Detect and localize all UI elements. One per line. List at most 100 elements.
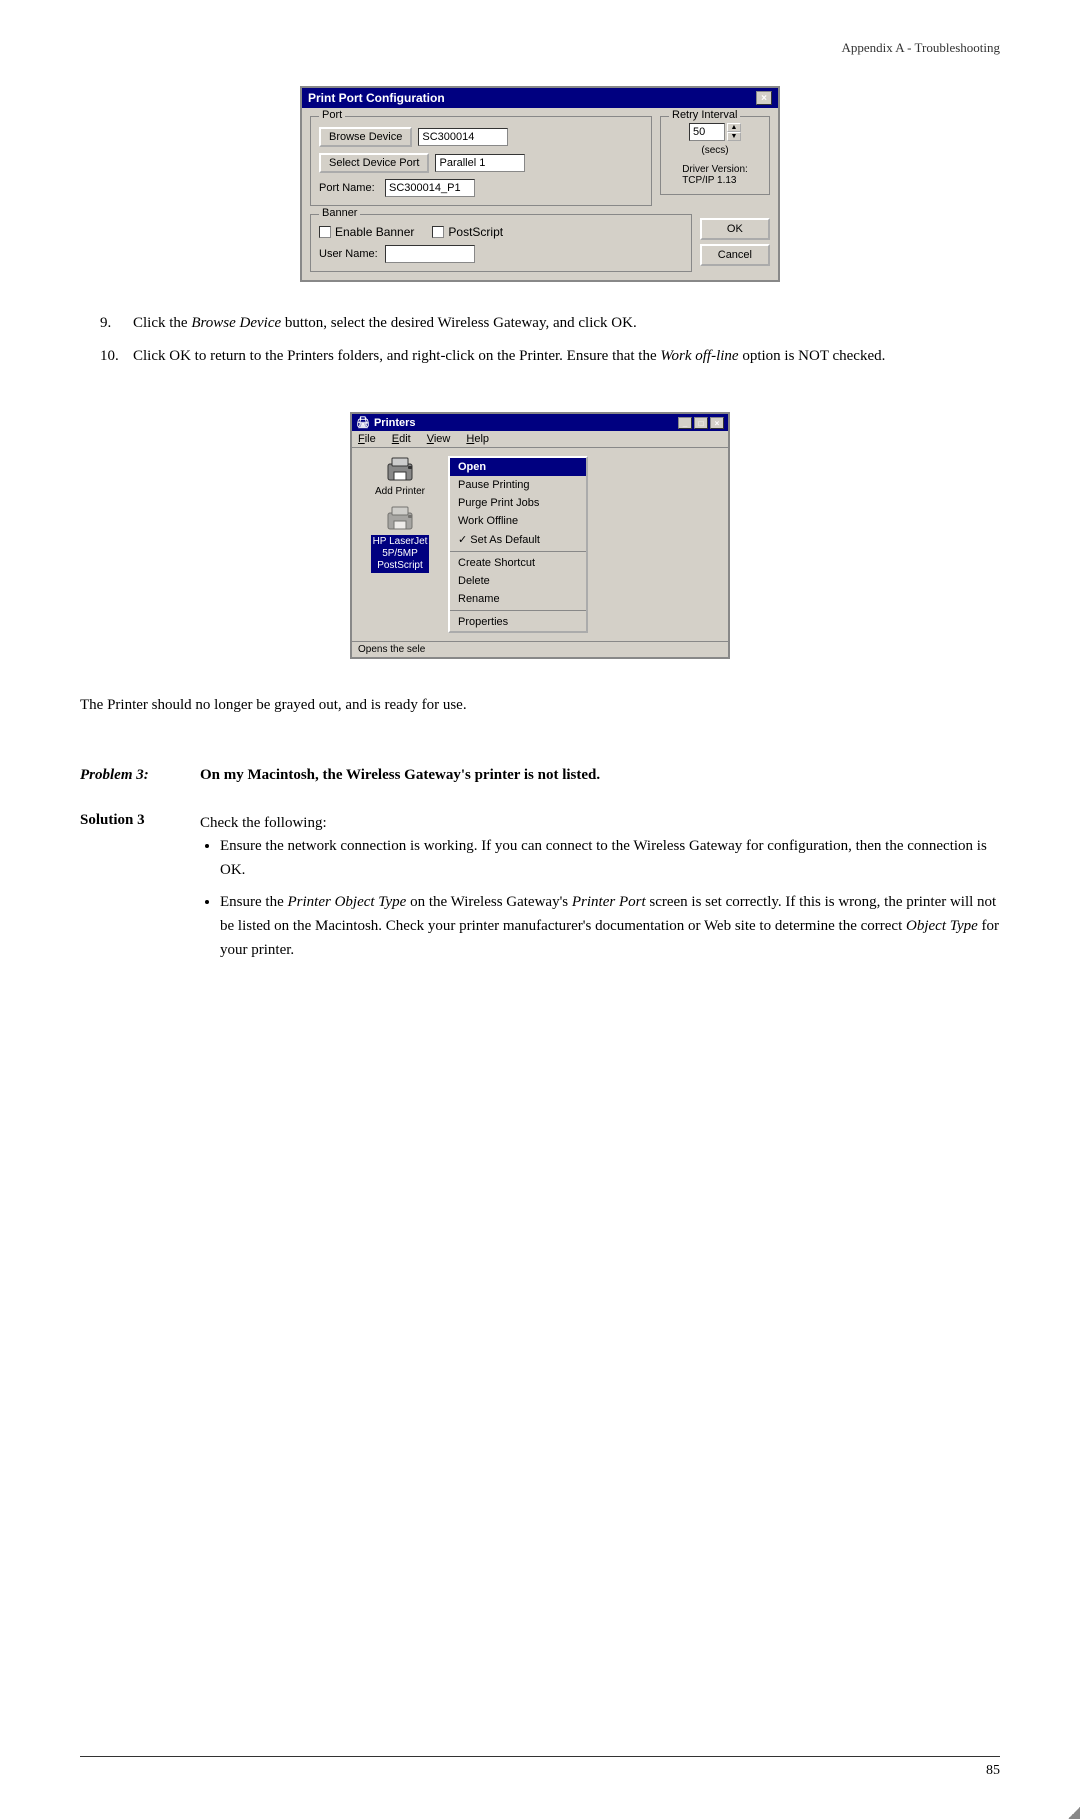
problem-text: On my Macintosh, the Wireless Gateway's … <box>200 767 600 784</box>
printers-maximize-btn[interactable]: □ <box>694 417 708 429</box>
dialog-title: Print Port Configuration <box>308 91 445 105</box>
problem-line: Problem 3: On my Macintosh, the Wireless… <box>80 767 1000 784</box>
port-name-input[interactable] <box>385 179 475 197</box>
port-group: Port Browse Device Select Device Port <box>310 116 652 206</box>
main-content: Print Port Configuration × Port Browse D… <box>80 86 1000 978</box>
printers-titlebar-buttons: _ □ × <box>678 417 724 429</box>
ok-btn[interactable]: OK <box>700 218 770 240</box>
add-printer-item: Add Printer <box>360 456 440 497</box>
spinner-row: ▲ ▼ <box>689 123 741 141</box>
instruction-9: 9. Click the Browse Device button, selec… <box>100 312 1000 335</box>
retry-group-label: Retry Interval <box>669 109 740 121</box>
instruction-9-text: Click the Browse Device button, select t… <box>133 312 1000 335</box>
instruction-10-num: 10. <box>100 345 125 368</box>
instruction-9-num: 9. <box>100 312 125 335</box>
port-group-content: Browse Device Select Device Port Port Na… <box>319 127 643 197</box>
printers-close-btn[interactable]: × <box>710 417 724 429</box>
body-text: The Printer should no longer be grayed o… <box>80 694 1000 717</box>
printers-title-icon: 🖨 <box>356 416 370 429</box>
parallel-input[interactable] <box>435 154 525 172</box>
retry-group: Retry Interval ▲ ▼ (secs) Driver Version… <box>660 116 770 195</box>
printers-title: Printers <box>374 417 416 429</box>
page-number: 85 <box>986 1763 1000 1779</box>
port-name-row: Port Name: <box>319 179 643 197</box>
spinner-down-btn[interactable]: ▼ <box>727 132 741 141</box>
printer-port-italic: Printer Port <box>572 894 646 910</box>
dialog-body: Port Browse Device Select Device Port <box>302 108 778 280</box>
postscript-row: PostScript <box>432 225 503 239</box>
select-device-btn[interactable]: Select Device Port <box>319 153 429 173</box>
context-menu-open[interactable]: Open <box>450 458 586 476</box>
browse-device-row: Browse Device <box>319 127 643 147</box>
menu-view[interactable]: View <box>427 433 451 445</box>
printers-icons: Add Printer HP L <box>360 456 440 633</box>
context-menu-sep1 <box>450 551 586 552</box>
menu-help[interactable]: Help <box>466 433 489 445</box>
context-menu-purge[interactable]: Purge Print Jobs <box>450 494 586 512</box>
printers-title-area: 🖨 Printers <box>356 416 416 429</box>
solution-text: Check the following: Ensure the network … <box>200 812 1000 971</box>
hp-printer-icon <box>384 505 416 533</box>
banner-checks-row: Enable Banner PostScript <box>319 225 683 239</box>
username-label: User Name: <box>319 248 379 260</box>
menu-edit[interactable]: Edit <box>392 433 411 445</box>
banner-group-label: Banner <box>319 207 360 219</box>
resize-handle[interactable] <box>1068 1807 1080 1819</box>
dialog-bottom-row: Banner Enable Banner PostScript <box>310 214 770 272</box>
context-menu-delete[interactable]: Delete <box>450 572 586 590</box>
instruction-10-text: Click OK to return to the Printers folde… <box>133 345 1000 368</box>
browse-device-btn[interactable]: Browse Device <box>319 127 412 147</box>
context-menu-sep2 <box>450 610 586 611</box>
port-name-label: Port Name: <box>319 182 379 194</box>
footer-line: 85 <box>80 1756 1000 1779</box>
context-menu-work-offline[interactable]: Work Offline <box>450 512 586 530</box>
printers-titlebar: 🖨 Printers _ □ × <box>352 414 728 431</box>
username-row: User Name: <box>319 245 683 263</box>
context-menu: Open Pause Printing Purge Print Jobs Wor… <box>448 456 588 633</box>
dialog1-container: Print Port Configuration × Port Browse D… <box>80 86 1000 282</box>
bullet-2: Ensure the Printer Object Type on the Wi… <box>220 890 1000 962</box>
dialog-buttons: OK Cancel <box>700 214 770 266</box>
banner-group: Banner Enable Banner PostScript <box>310 214 692 272</box>
enable-banner-checkbox[interactable] <box>319 226 331 238</box>
hp-printer-label: HP LaserJet5P/5MPPostScript <box>371 535 430 573</box>
context-menu-pause[interactable]: Pause Printing <box>450 476 586 494</box>
device-input[interactable] <box>418 128 508 146</box>
context-menu-properties[interactable]: Properties <box>450 613 586 631</box>
printers-minimize-btn[interactable]: _ <box>678 417 692 429</box>
status-text: Opens the sele <box>358 644 425 655</box>
browse-device-italic: Browse Device <box>191 315 281 331</box>
driver-info: Driver Version: TCP/IP 1.13 <box>682 160 748 186</box>
enable-banner-row: Enable Banner <box>319 225 414 239</box>
printer-object-type-italic: Printer Object Type <box>287 894 406 910</box>
printers-window: 🖨 Printers _ □ × File Edit View Help <box>350 412 730 659</box>
instructions-list: 9. Click the Browse Device button, selec… <box>100 312 1000 377</box>
cancel-btn[interactable]: Cancel <box>700 244 770 266</box>
instruction-10: 10. Click OK to return to the Printers f… <box>100 345 1000 368</box>
page-header: Appendix A - Troubleshooting <box>80 40 1000 56</box>
menu-file[interactable]: File <box>358 433 376 445</box>
printers-container: 🖨 Printers _ □ × File Edit View Help <box>80 412 1000 659</box>
add-printer-icon <box>384 456 416 484</box>
solution-line: Solution 3 Check the following: Ensure t… <box>80 812 1000 971</box>
status-bar: Opens the sele <box>352 641 728 657</box>
printers-body: Add Printer HP L <box>352 448 728 641</box>
dialog-top-row: Port Browse Device Select Device Port <box>310 116 770 206</box>
problem-label: Problem 3: <box>80 767 180 784</box>
retry-value-input[interactable] <box>689 123 725 141</box>
printers-menubar: File Edit View Help <box>352 431 728 448</box>
postscript-checkbox[interactable] <box>432 226 444 238</box>
context-menu-set-default[interactable]: ✓ Set As Default <box>450 530 586 549</box>
dialog-close-btn[interactable]: × <box>756 91 772 105</box>
spinner-up-btn[interactable]: ▲ <box>727 123 741 132</box>
print-port-dialog: Print Port Configuration × Port Browse D… <box>300 86 780 282</box>
select-device-row: Select Device Port <box>319 153 643 173</box>
add-printer-label: Add Printer <box>375 486 425 497</box>
driver-label: Driver Version: <box>682 164 748 175</box>
username-input[interactable] <box>385 245 475 263</box>
context-menu-shortcut[interactable]: Create Shortcut <box>450 554 586 572</box>
dialog-titlebar: Print Port Configuration × <box>302 88 778 108</box>
retry-unit: (secs) <box>701 145 728 156</box>
page-footer: 85 <box>80 1756 1000 1779</box>
context-menu-rename[interactable]: Rename <box>450 590 586 608</box>
